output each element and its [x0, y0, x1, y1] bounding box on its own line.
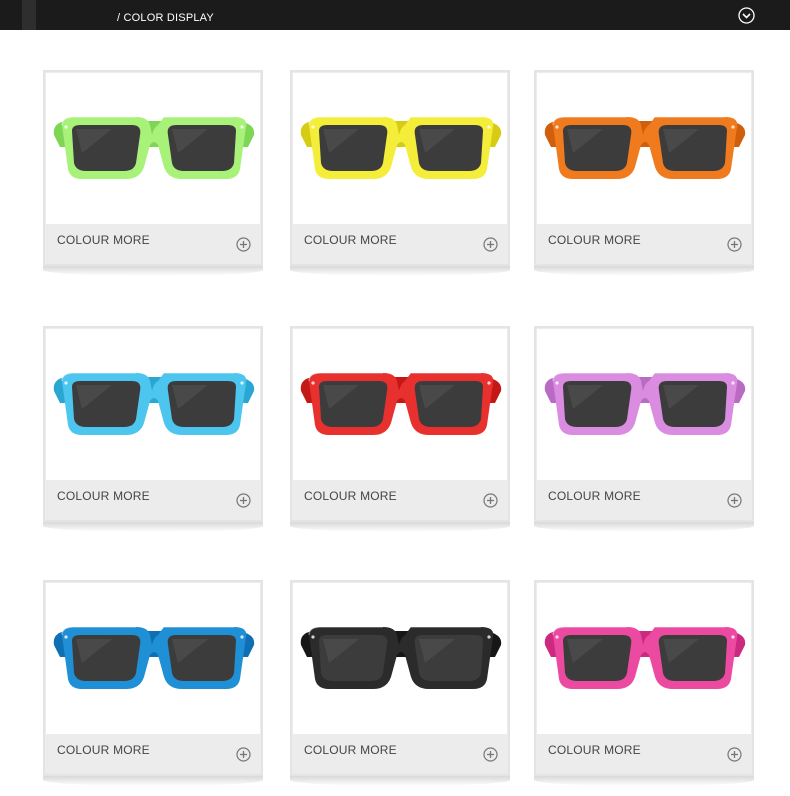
sunglasses-image: [544, 116, 746, 179]
plus-circle-icon[interactable]: [483, 493, 498, 508]
colour-more-label: COLOUR MORE: [57, 489, 150, 503]
card-caption: COLOUR MORE: [46, 480, 260, 520]
card-caption: COLOUR MORE: [537, 734, 751, 774]
colour-more-label: COLOUR MORE: [57, 233, 150, 247]
product-card[interactable]: COLOUR MORE: [290, 70, 510, 276]
plus-circle-icon[interactable]: [236, 493, 251, 508]
plus-circle-icon[interactable]: [236, 747, 251, 762]
product-card[interactable]: COLOUR MORE: [290, 580, 510, 786]
card-caption: COLOUR MORE: [46, 734, 260, 774]
colour-more-label: COLOUR MORE: [304, 743, 397, 757]
card-caption: COLOUR MORE: [293, 480, 507, 520]
card-caption: COLOUR MORE: [46, 224, 260, 264]
product-image[interactable]: [537, 73, 751, 224]
card-caption: COLOUR MORE: [293, 224, 507, 264]
colour-more-label: COLOUR MORE: [57, 743, 150, 757]
product-card[interactable]: COLOUR MORE: [534, 70, 754, 276]
sunglasses-image: [544, 626, 746, 689]
product-image[interactable]: [293, 73, 507, 224]
chevron-down-circle-icon[interactable]: [738, 7, 755, 24]
plus-circle-icon[interactable]: [236, 237, 251, 252]
product-image[interactable]: [537, 583, 751, 734]
sunglasses-image: [544, 372, 746, 435]
colour-more-label: COLOUR MORE: [304, 233, 397, 247]
sunglasses-image: [300, 116, 502, 179]
plus-circle-icon[interactable]: [727, 747, 742, 762]
colour-more-label: COLOUR MORE: [548, 743, 641, 757]
sunglasses-image: [53, 372, 255, 435]
colour-more-label: COLOUR MORE: [548, 233, 641, 247]
plus-circle-icon[interactable]: [483, 237, 498, 252]
card-caption: COLOUR MORE: [293, 734, 507, 774]
colour-more-label: COLOUR MORE: [548, 489, 641, 503]
sunglasses-image: [300, 372, 502, 435]
product-card[interactable]: COLOUR MORE: [43, 326, 263, 532]
section-title: / COLOR DISPLAY: [117, 12, 214, 24]
card-caption: COLOUR MORE: [537, 224, 751, 264]
sunglasses-image: [300, 626, 502, 689]
plus-circle-icon[interactable]: [727, 237, 742, 252]
product-image[interactable]: [46, 73, 260, 224]
product-image[interactable]: [537, 329, 751, 480]
header-accent: [22, 0, 36, 30]
product-image[interactable]: [46, 329, 260, 480]
product-image[interactable]: [46, 583, 260, 734]
product-card[interactable]: COLOUR MORE: [43, 580, 263, 786]
header-bar: / COLOR DISPLAY: [0, 0, 790, 30]
product-card[interactable]: COLOUR MORE: [43, 70, 263, 276]
product-card[interactable]: COLOUR MORE: [290, 326, 510, 532]
card-caption: COLOUR MORE: [537, 480, 751, 520]
plus-circle-icon[interactable]: [483, 747, 498, 762]
product-image[interactable]: [293, 583, 507, 734]
product-image[interactable]: [293, 329, 507, 480]
sunglasses-image: [53, 116, 255, 179]
plus-circle-icon[interactable]: [727, 493, 742, 508]
colour-more-label: COLOUR MORE: [304, 489, 397, 503]
product-card[interactable]: COLOUR MORE: [534, 580, 754, 786]
sunglasses-image: [53, 626, 255, 689]
product-card[interactable]: COLOUR MORE: [534, 326, 754, 532]
